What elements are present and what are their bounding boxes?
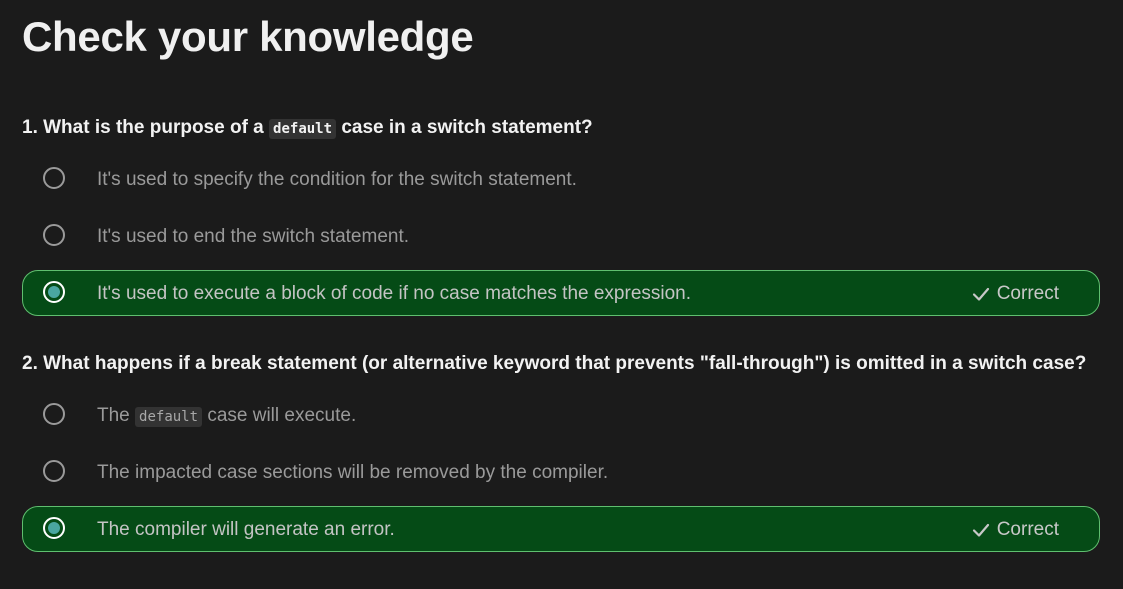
question-2: 2. What happens if a break statement (or… [22, 351, 1123, 552]
radio-button[interactable] [43, 460, 65, 482]
option-label-prefix: The [97, 405, 136, 426]
option-label: It's used to execute a block of code if … [97, 283, 692, 304]
check-icon [972, 287, 989, 301]
radio-button[interactable] [43, 167, 65, 189]
radio-button[interactable] [43, 224, 65, 246]
question-1: 1. What is the purpose of a default case… [22, 115, 1123, 316]
option-label-code: default [135, 407, 203, 427]
check-icon [972, 523, 989, 537]
question-1-code: default [269, 119, 337, 139]
option-label: The default case will execute. [97, 393, 356, 440]
correct-label: Correct [996, 519, 1059, 540]
correct-badge: Correct [971, 271, 1059, 317]
option-label: It's used to specify the condition for t… [97, 169, 577, 190]
question-1-suffix: case in a switch statement? [336, 117, 593, 138]
question-1-title: 1. What is the purpose of a default case… [22, 115, 1123, 141]
radio-button-selected[interactable] [43, 517, 65, 539]
question-1-option-2[interactable]: It's used to end the switch statement. [22, 213, 1100, 259]
question-2-option-3[interactable]: The compiler will generate an error. Cor… [22, 506, 1100, 552]
radio-button[interactable] [43, 403, 65, 425]
question-2-title: 2. What happens if a break statement (or… [22, 353, 1087, 374]
option-label: The impacted case sections will be remov… [97, 462, 609, 483]
radio-button-selected[interactable] [43, 281, 65, 303]
question-1-option-1[interactable]: It's used to specify the condition for t… [22, 156, 1100, 202]
correct-label: Correct [996, 283, 1059, 304]
option-label: It's used to end the switch statement. [97, 226, 410, 247]
correct-badge: Correct [971, 507, 1059, 553]
page-title: Check your knowledge [22, 13, 474, 60]
question-2-option-2[interactable]: The impacted case sections will be remov… [22, 449, 1100, 495]
question-1-prefix: 1. What is the purpose of a [22, 117, 270, 138]
option-label: The compiler will generate an error. [97, 519, 395, 540]
knowledge-check-page: Check your knowledge 1. What is the purp… [0, 0, 1123, 589]
question-2-option-1[interactable]: The default case will execute. [22, 392, 1100, 438]
question-1-option-3[interactable]: It's used to execute a block of code if … [22, 270, 1100, 316]
question-1-options: It's used to specify the condition for t… [22, 156, 1123, 316]
option-label-suffix: case will execute. [202, 405, 357, 426]
question-2-options: The default case will execute. The impac… [22, 392, 1123, 552]
